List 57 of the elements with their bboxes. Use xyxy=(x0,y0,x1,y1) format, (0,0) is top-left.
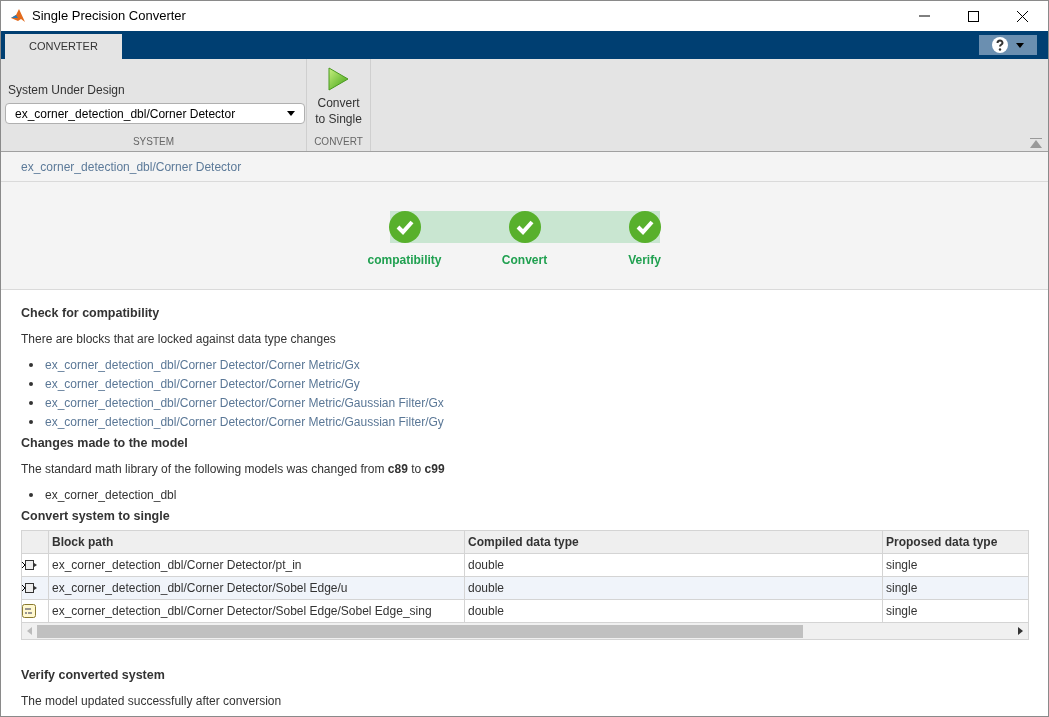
table-cell: double xyxy=(465,600,883,623)
step-label: compatibility xyxy=(367,252,442,269)
bullet-icon xyxy=(29,382,33,387)
column-header: Block path xyxy=(49,531,465,554)
bullet-icon xyxy=(29,420,33,425)
step-label: Verify xyxy=(628,252,661,269)
step-label: Convert xyxy=(501,252,548,269)
window-title: Single Precision Converter xyxy=(32,7,186,26)
section-heading: Changes made to the model xyxy=(21,434,189,452)
help-icon xyxy=(992,37,1008,53)
column-header: Compiled data type xyxy=(465,531,883,554)
scroll-left-icon xyxy=(27,627,32,636)
horizontal-scrollbar[interactable] xyxy=(22,623,1028,640)
maximize-icon[interactable] xyxy=(968,10,979,22)
model-name: ex_corner_detection_dbl xyxy=(45,487,177,504)
bullet-icon xyxy=(29,363,33,368)
system-dropdown[interactable]: ex_corner_detection_dbl/Corner Detector xyxy=(5,103,305,124)
breadcrumb: ex_corner_detection_dbl/Corner Detector xyxy=(21,158,242,176)
table-row[interactable]: ex_corner_detection_dbl/Corner Detector/pt_in double single xyxy=(22,554,1028,578)
section-heading: Convert system to single xyxy=(21,507,171,525)
section-label: CONVERT xyxy=(314,135,363,149)
app-logo-icon xyxy=(10,8,26,24)
system-label: System Under Design xyxy=(8,82,126,99)
caret-icon xyxy=(287,111,295,116)
convert-button[interactable]: Convert to Single xyxy=(315,67,362,127)
port-block-icon xyxy=(22,559,38,572)
block-link[interactable]: ex_corner_detection_dbl/Corner Detector/Corner Metric/Gy xyxy=(45,375,360,394)
column-header: Proposed data type xyxy=(885,534,999,552)
bullet-icon xyxy=(29,493,33,497)
binary-block-icon xyxy=(22,604,36,619)
tab[interactable]: CONVERTER xyxy=(5,34,122,59)
block-link[interactable]: ex_corner_detection_dbl/Corner Detector/Corner Metric/Gaussian Filter/Gy xyxy=(45,413,444,432)
section-text: The standard math library of the following models was changed from c89 to c99 xyxy=(21,460,446,478)
table-cell: ex_corner_detection_dbl/Corner Detector/pt_in xyxy=(49,554,465,577)
help-button[interactable] xyxy=(979,35,1037,55)
table-cell-text: single xyxy=(885,557,919,575)
caret-icon xyxy=(1016,42,1024,48)
close-icon[interactable] xyxy=(1017,10,1028,22)
table-cell: ex_corner_detection_dbl/Corner Detector/Sobel Edge/Sobel Edge_sing xyxy=(49,600,465,623)
table-row[interactable]: ex_corner_detection_dbl/Corner Detector/Sobel Edge/u double single xyxy=(22,577,1028,601)
section-heading: Check for compatibility xyxy=(21,305,161,322)
block-link[interactable]: ex_corner_detection_dbl/Corner Detector/Corner Metric/Gx xyxy=(45,356,360,375)
block-link[interactable]: ex_corner_detection_dbl/Corner Detector/Corner Metric/Gaussian Filter/Gx xyxy=(45,394,444,413)
table-cell: double xyxy=(465,577,883,600)
table-cell-text: single xyxy=(885,580,919,598)
section-label: SYSTEM xyxy=(132,135,175,149)
section-text: There are blocks that are locked against data type changes xyxy=(21,330,337,348)
port-block-icon xyxy=(22,582,38,595)
section-heading: Verify converted system xyxy=(21,667,166,685)
scroll-right-icon xyxy=(1018,627,1023,636)
table-cell-text: single xyxy=(885,603,919,621)
play-icon xyxy=(327,67,350,91)
bullet-icon xyxy=(29,401,33,406)
table-cell: ex_corner_detection_dbl/Corner Detector/Sobel Edge/u xyxy=(49,577,465,600)
table-cell: double xyxy=(465,554,883,577)
section-text: The model updated successfully after conversion xyxy=(21,693,283,710)
table-row[interactable]: ex_corner_detection_dbl/Corner Detector/Sobel Edge/Sobel Edge_sing double single xyxy=(22,600,1028,624)
